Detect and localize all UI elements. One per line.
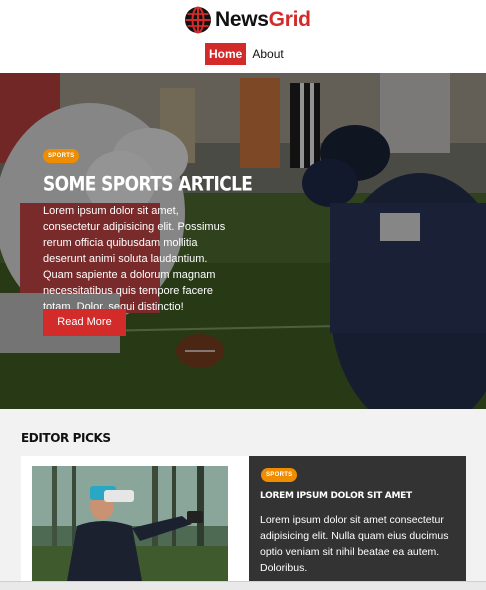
nav-about[interactable]: About [248,43,287,65]
editor-pick-excerpt: Lorem ipsum dolor sit amet consectetur a… [260,514,449,574]
editor-pick-media [21,456,249,581]
editor-pick-image[interactable] [32,466,228,581]
globe-icon [185,6,211,34]
vr-headset-photo [32,466,228,581]
site-header: NewsGrid Home About [0,0,486,73]
brand-logo[interactable]: NewsGrid [184,6,311,34]
read-more-button[interactable]: Read More [43,309,126,336]
hero-excerpt: Lorem ipsum dolor sit amet, consectetur … [43,205,226,313]
page-bottom-edge [0,581,486,590]
editor-pick-title[interactable]: LOREM IPSUM DOLOR SIT AMET [260,491,412,501]
nav-home[interactable]: Home [205,43,247,65]
editor-pick-body: SPORTS LOREM IPSUM DOLOR SIT AMET Lorem … [249,456,466,581]
hero-title: SOME SPORTS ARTICLE [43,173,253,196]
brand-name-grid: Grid [268,8,311,31]
editor-pick-category-badge[interactable]: SPORTS [261,468,298,482]
main-nav: Home About [205,43,288,65]
hero-banner: SPORTS SOME SPORTS ARTICLE Lorem ipsum d… [0,73,486,409]
brand-name-news: News [215,8,269,31]
editor-pick-card[interactable]: SPORTS LOREM IPSUM DOLOR SIT AMET Lorem … [21,456,466,581]
brand-name: NewsGrid [215,8,311,32]
editor-picks-heading: EDITOR PICKS [21,431,111,445]
hero-category-badge[interactable]: SPORTS [43,149,80,163]
